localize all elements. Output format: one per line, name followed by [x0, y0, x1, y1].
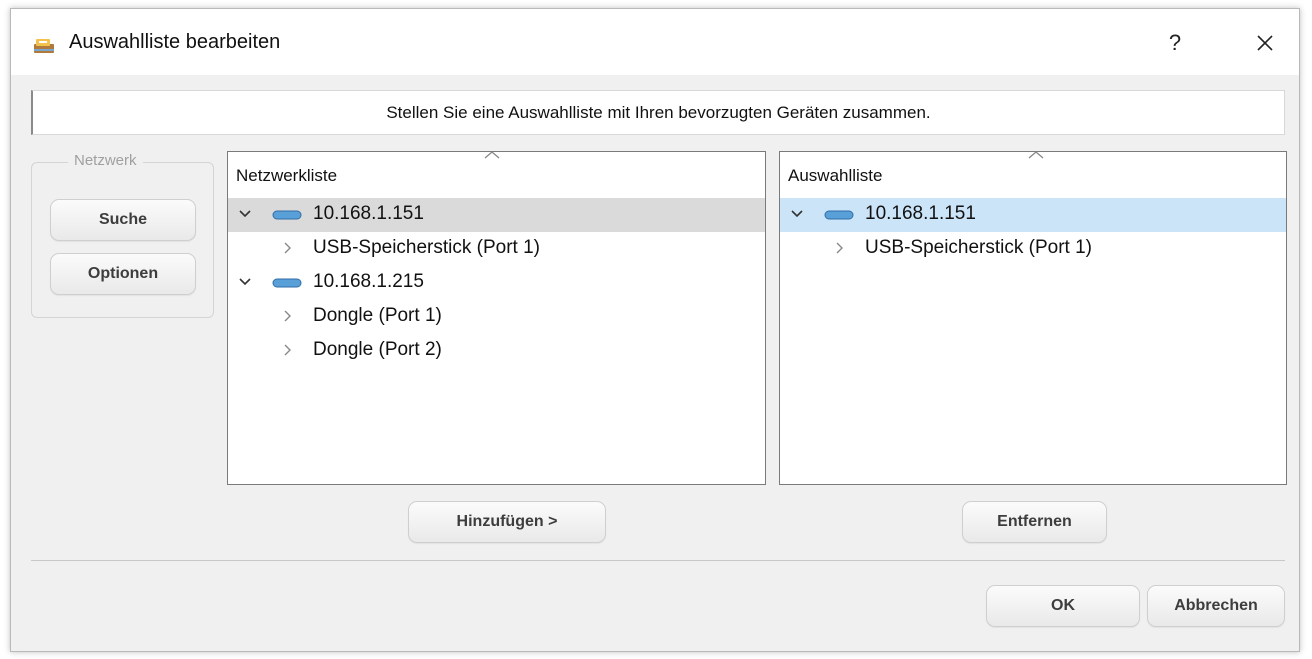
tree-row-label: 10.168.1.151 [313, 203, 424, 224]
sort-indicator-icon [1028, 151, 1044, 159]
tree-row-label: 10.168.1.151 [865, 203, 976, 224]
tree-row-label: 10.168.1.215 [313, 271, 424, 292]
tree-row-label: Dongle (Port 2) [313, 339, 442, 360]
chevron-right-icon[interactable] [280, 309, 294, 323]
title-bar: Auswahlliste bearbeiten ? [11, 9, 1299, 75]
network-group: Netzwerk Suche Optionen [31, 152, 214, 318]
close-icon [1257, 35, 1273, 51]
tree-row-port[interactable]: Dongle (Port 2) [228, 334, 765, 368]
tree-row-host[interactable]: 10.168.1.151 [228, 198, 765, 232]
tree-row-host[interactable]: 10.168.1.215 [228, 266, 765, 300]
selection-list-header: Auswahlliste [788, 166, 883, 185]
selection-list[interactable]: Auswahlliste 10.168.1.151 USB-Speicherst… [779, 151, 1287, 485]
sort-indicator-icon [484, 151, 500, 159]
help-button[interactable]: ? [1155, 23, 1195, 63]
tree-row-label: USB-Speicherstick (Port 1) [865, 237, 1093, 258]
chevron-right-icon[interactable] [832, 241, 846, 255]
network-device-icon [272, 278, 302, 288]
options-button[interactable]: Optionen [50, 253, 196, 295]
app-icon [34, 39, 54, 53]
tree-row-port[interactable]: Dongle (Port 1) [228, 300, 765, 334]
tree-row-host[interactable]: 10.168.1.151 [780, 198, 1286, 232]
network-device-icon [824, 210, 854, 220]
edit-selection-dialog: Auswahlliste bearbeiten ? Stellen Sie ei… [10, 8, 1300, 652]
remove-button[interactable]: Entfernen [962, 501, 1107, 543]
tree-row-label: Dongle (Port 1) [313, 305, 442, 326]
network-group-label: Netzwerk [68, 152, 143, 169]
footer-separator [31, 560, 1285, 561]
instruction-banner: Stellen Sie eine Auswahlliste mit Ihren … [31, 90, 1285, 135]
tree-row-label: USB-Speicherstick (Port 1) [313, 237, 541, 258]
chevron-right-icon[interactable] [280, 343, 294, 357]
tree-row-port[interactable]: USB-Speicherstick (Port 1) [228, 232, 765, 266]
cancel-button[interactable]: Abbrechen [1147, 585, 1285, 627]
close-button[interactable] [1245, 23, 1285, 63]
ok-button[interactable]: OK [986, 585, 1140, 627]
chevron-down-icon[interactable] [238, 275, 252, 289]
tree-row-port[interactable]: USB-Speicherstick (Port 1) [780, 232, 1286, 266]
search-button[interactable]: Suche [50, 199, 196, 241]
network-list[interactable]: Netzwerkliste 10.168.1.151 USB-Speichers… [227, 151, 766, 485]
network-device-icon [272, 210, 302, 220]
network-list-header: Netzwerkliste [236, 166, 338, 185]
chevron-down-icon[interactable] [238, 207, 252, 221]
window-title: Auswahlliste bearbeiten [69, 31, 281, 53]
add-button[interactable]: Hinzufügen > [408, 501, 606, 543]
chevron-right-icon[interactable] [280, 241, 294, 255]
chevron-down-icon[interactable] [790, 207, 804, 221]
